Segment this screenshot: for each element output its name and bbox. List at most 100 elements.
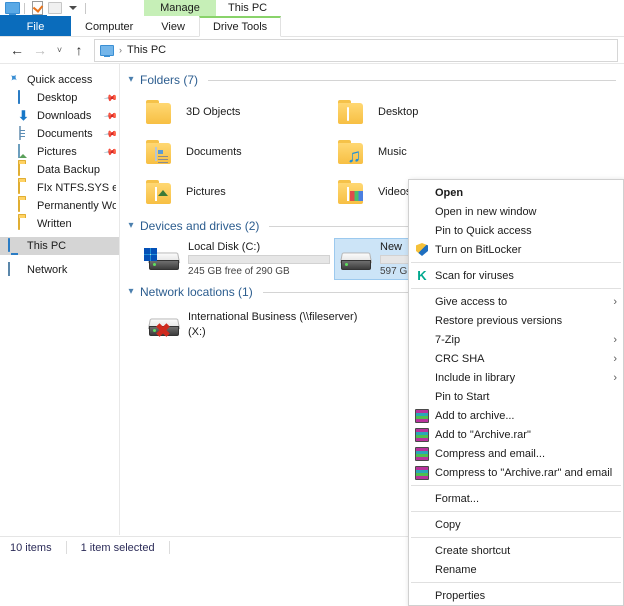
sidebar-item-quick-access[interactable]: ✦ Quick access: [0, 71, 120, 89]
qat-customize-button[interactable]: [65, 1, 81, 16]
tile-label: Pictures: [186, 186, 226, 198]
chevron-down-icon[interactable]: ▾: [126, 75, 136, 85]
shield-icon: [409, 240, 435, 259]
drive-info: Local Disk (C:) 245 GB free of 290 GB: [188, 241, 330, 277]
menu-item-add-to-archive[interactable]: Add to archive...: [409, 406, 623, 425]
sidebar-item-permanently-word[interactable]: Permanently Word: [0, 197, 120, 215]
menu-icon-slot: [409, 368, 435, 387]
chevron-down-icon[interactable]: ▾: [126, 221, 136, 231]
menu-item-turn-on-bitlocker[interactable]: Turn on BitLocker: [409, 240, 623, 259]
chevron-right-icon: ›: [613, 295, 617, 308]
documents-icon: [18, 126, 32, 141]
chevron-down-icon[interactable]: ▾: [126, 287, 136, 297]
local-disk-icon: [144, 246, 181, 272]
sidebar-item-written[interactable]: Written: [0, 215, 120, 233]
sidebar-item-network[interactable]: Network: [0, 261, 120, 279]
menu-icon-slot: [409, 349, 435, 368]
tile-label: Music: [378, 146, 407, 158]
group-title: Folders (7): [140, 73, 199, 87]
menu-item-open-in-new-window[interactable]: Open in new window: [409, 202, 623, 221]
network-tile-international-business[interactable]: ✖ International Business (\\fileserver) …: [142, 304, 422, 346]
sidebar-item-this-pc[interactable]: This PC: [0, 237, 120, 255]
menu-item-properties[interactable]: Properties: [409, 586, 623, 605]
forward-button[interactable]: →: [29, 39, 51, 61]
monitor-icon: [4, 2, 20, 16]
menu-item-rename[interactable]: Rename: [409, 560, 623, 579]
menu-item-label: Create shortcut: [435, 544, 511, 557]
folder-tile-desktop[interactable]: Desktop: [334, 92, 526, 132]
menu-item-compress-and-email[interactable]: Compress and email...: [409, 444, 623, 463]
menu-item-label: Restore previous versions: [435, 314, 563, 327]
menu-item-format[interactable]: Format...: [409, 489, 623, 508]
sidebar-item-pictures[interactable]: Pictures 📌: [0, 143, 120, 161]
quick-access-toolbar: [0, 0, 88, 16]
context-menu[interactable]: Open Open in new window Pin to Quick acces…: [408, 179, 624, 606]
tab-file[interactable]: File: [0, 16, 71, 37]
music-note-icon: ♫: [338, 138, 370, 166]
qat-divider-1: [24, 2, 25, 14]
address-input[interactable]: › This PC: [94, 38, 618, 62]
menu-item-pin-to-quick-access[interactable]: Pin to Quick access: [409, 221, 623, 240]
sidebar-item-documents[interactable]: Documents 📌: [0, 125, 120, 143]
menu-item-label: Add to archive...: [435, 409, 515, 422]
menu-separator: [411, 582, 621, 583]
sidebar-item-desktop[interactable]: Desktop 📌: [0, 89, 120, 107]
menu-item-crc-sha[interactable]: CRC SHA ›: [409, 349, 623, 368]
menu-item-restore-previous-versions[interactable]: Restore previous versions: [409, 311, 623, 330]
menu-item-scan-for-viruses[interactable]: K Scan for viruses: [409, 266, 623, 285]
recent-locations-button[interactable]: ˅: [52, 39, 67, 61]
menu-item-label: Copy: [435, 518, 461, 531]
pictures-overlay-icon: [146, 178, 178, 206]
menu-item-compress-to-archive-rar-and-email[interactable]: Compress to "Archive.rar" and email: [409, 463, 623, 482]
sidebar-item-fix-ntfs-sys-error[interactable]: FIx NTFS.SYS error: [0, 179, 120, 197]
menu-item-label: Compress and email...: [435, 447, 546, 460]
breadcrumb-this-pc[interactable]: This PC: [127, 44, 166, 56]
desktop-overlay-icon: [338, 98, 370, 126]
winrar-icon: [409, 463, 435, 482]
up-button[interactable]: ↑: [68, 39, 90, 61]
tab-view[interactable]: View: [147, 16, 199, 37]
qat-this-pc-button[interactable]: [4, 1, 20, 16]
folder-tile-music[interactable]: ♫ Music: [334, 132, 526, 172]
back-button[interactable]: ←: [6, 39, 28, 61]
breadcrumb-separator: ›: [119, 45, 122, 55]
qat-properties-button[interactable]: [29, 1, 45, 16]
menu-item-give-access-to[interactable]: Give access to ›: [409, 292, 623, 311]
folder-tile-3d-objects[interactable]: 3D Objects: [142, 92, 334, 132]
folder-tile-pictures[interactable]: Pictures: [142, 172, 334, 212]
menu-separator: [411, 511, 621, 512]
tile-label: Documents: [186, 146, 242, 158]
menu-item-label: Compress to "Archive.rar" and email: [435, 466, 613, 479]
menu-item-copy[interactable]: Copy: [409, 515, 623, 534]
disconnected-network-drive-icon: ✖: [146, 312, 181, 341]
menu-item-include-in-library[interactable]: Include in library ›: [409, 368, 623, 387]
tab-computer[interactable]: Computer: [71, 16, 147, 37]
menu-icon-slot: [409, 183, 435, 202]
menu-icon-slot: [409, 489, 435, 508]
pin-icon: 📌: [103, 126, 119, 142]
3d-object-icon: [146, 98, 178, 126]
this-pc-icon: [8, 238, 22, 253]
tab-drive-tools[interactable]: Drive Tools: [198, 16, 282, 37]
sidebar-item-data-backup[interactable]: Data Backup: [0, 161, 120, 179]
sidebar-item-label: Quick access: [27, 74, 93, 86]
menu-item-add-to-archive-rar[interactable]: Add to "Archive.rar": [409, 425, 623, 444]
sidebar-item-label: Downloads: [37, 110, 92, 122]
status-item-count: 10 items: [10, 541, 52, 554]
sidebar-item-downloads[interactable]: ⬇ Downloads 📌: [0, 107, 120, 125]
chevron-right-icon: ›: [613, 371, 617, 384]
menu-icon-slot: [409, 515, 435, 534]
group-header-folders[interactable]: ▾ Folders (7): [120, 70, 624, 90]
menu-item-open[interactable]: Open: [409, 183, 623, 202]
sidebar-item-label: Permanently Word: [37, 200, 116, 212]
menu-item-7-zip[interactable]: 7-Zip ›: [409, 330, 623, 349]
winrar-icon: [409, 425, 435, 444]
pictures-icon: [18, 144, 32, 159]
menu-item-create-shortcut[interactable]: Create shortcut: [409, 541, 623, 560]
menu-item-label: Format...: [435, 492, 480, 505]
qat-new-folder-button[interactable]: [47, 1, 63, 16]
contextual-tab-header: Manage: [144, 0, 216, 16]
menu-item-pin-to-start[interactable]: Pin to Start: [409, 387, 623, 406]
drive-tile-local-disk-c[interactable]: Local Disk (C:) 245 GB free of 290 GB: [142, 238, 334, 280]
folder-tile-documents[interactable]: Documents: [142, 132, 334, 172]
